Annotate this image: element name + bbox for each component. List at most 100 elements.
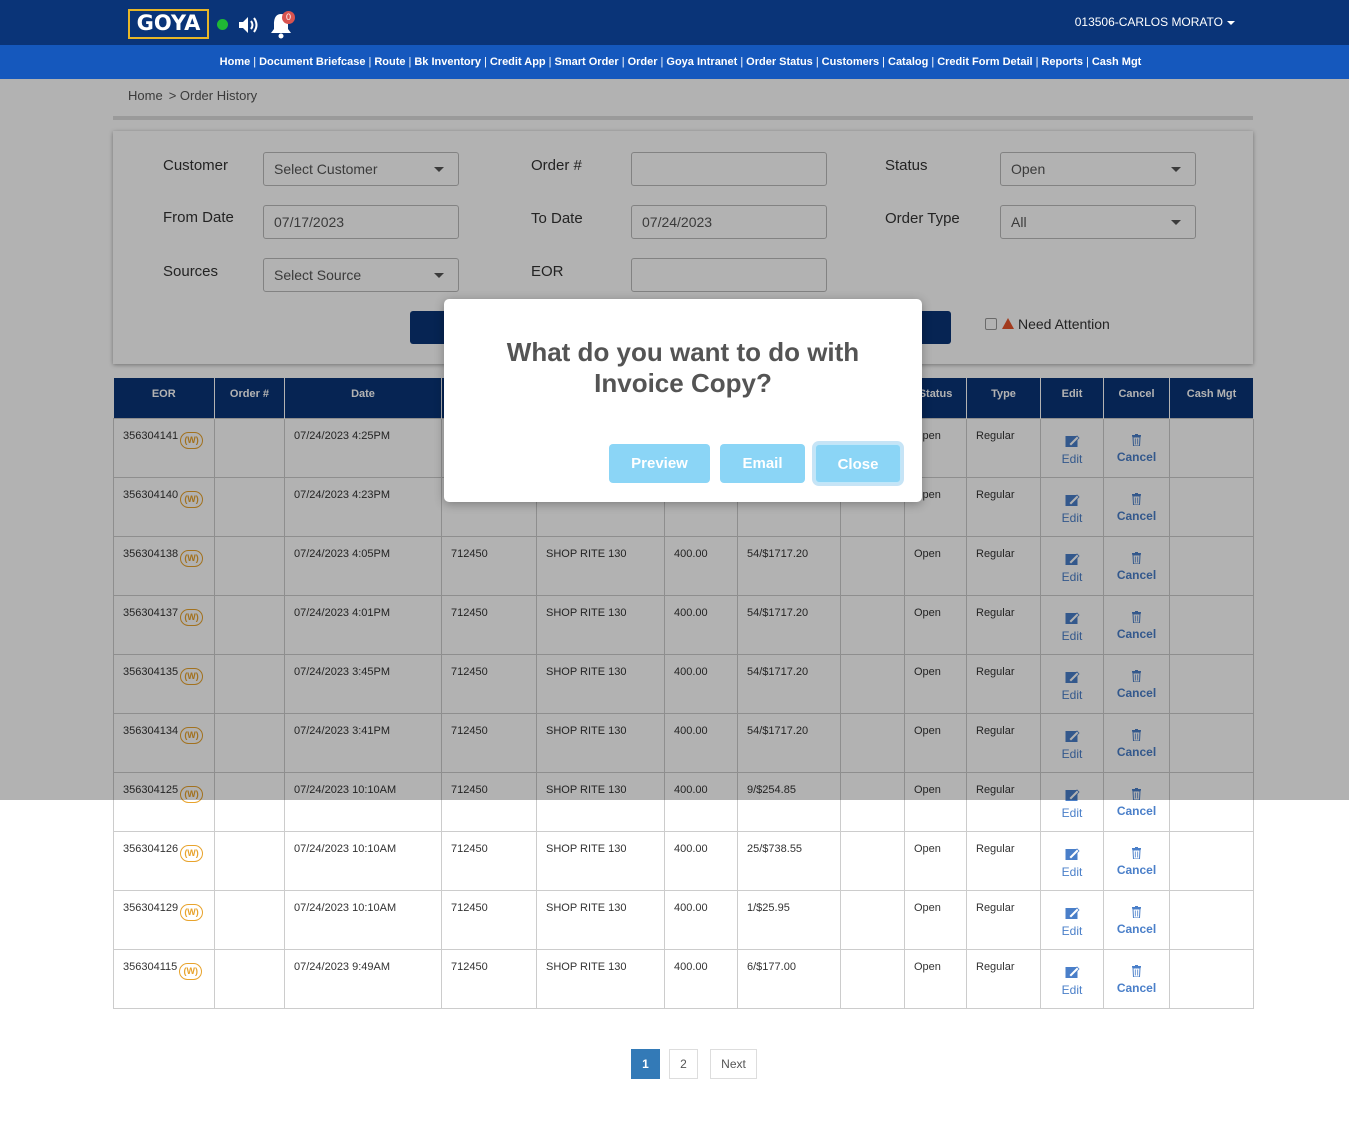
web-order-badge: (W) xyxy=(180,903,204,921)
online-status-icon xyxy=(217,19,228,30)
cell-order xyxy=(214,830,285,891)
cancel-label: Cancel xyxy=(1116,980,1157,995)
cell-type: Regular xyxy=(966,889,1041,950)
cell-type-text: Regular xyxy=(976,901,1015,914)
cell-name-text: SHOP RITE 130 xyxy=(546,960,627,973)
table-row: 356304129 (W) 07/24/2023 10:10AM 712450 SHOP… xyxy=(113,889,1254,950)
next-page-button[interactable]: Next xyxy=(710,1049,757,1079)
cell-amt-text: 400.00 xyxy=(674,901,708,914)
cell-eor-text[interactable]: 356304129 xyxy=(123,902,178,914)
nav-item-catalog[interactable]: Catalog xyxy=(885,56,931,68)
goya-logo[interactable]: GOYA xyxy=(128,9,209,39)
web-order-badge: (W) xyxy=(179,962,203,980)
cell-status-text: Open xyxy=(914,901,941,914)
cell-date-text: 07/24/2023 10:10AM xyxy=(294,901,397,914)
invoice-copy-dialog: What do you want to do with Invoice Copy… xyxy=(444,299,922,502)
cell-type-text: Regular xyxy=(976,842,1015,855)
edit-icon xyxy=(1062,965,1083,982)
cell-edit: Edit xyxy=(1040,889,1104,950)
cell-cash-mgt xyxy=(1169,830,1254,891)
speaker-icon[interactable] xyxy=(237,14,261,36)
nav-item-credit-form-detail[interactable]: Credit Form Detail xyxy=(934,56,1035,68)
edit-label: Edit xyxy=(1061,805,1083,820)
edit-button[interactable]: Edit xyxy=(1061,906,1083,938)
cell-type-text: Regular xyxy=(976,960,1015,973)
cell-date: 07/24/2023 10:10AM xyxy=(284,889,442,950)
cell-items-text: 25/$738.55 xyxy=(747,842,803,855)
cell-cust-text: 712450 xyxy=(451,901,488,914)
cancel-label: Cancel xyxy=(1116,862,1157,877)
main-nav: Home | Document Briefcase | Route | Bk Invento… xyxy=(0,45,1349,79)
cell-name: SHOP RITE 130 xyxy=(536,830,665,891)
table-row: 356304126 (W) 07/24/2023 10:10AM 712450 SHOP… xyxy=(113,830,1254,891)
cell-status: Open xyxy=(904,889,967,950)
preview-button[interactable]: Preview xyxy=(609,444,710,483)
cell-amt: 400.00 xyxy=(664,948,738,1009)
cancel-order-button[interactable]: Cancel xyxy=(1116,846,1157,877)
edit-label: Edit xyxy=(1061,923,1083,938)
cell-date: 07/24/2023 10:10AM xyxy=(284,830,442,891)
edit-button[interactable]: Edit xyxy=(1062,965,1083,997)
edit-icon xyxy=(1062,906,1083,923)
cell-items-text: 6/$177.00 xyxy=(747,960,796,973)
nav-item-customers[interactable]: Customers xyxy=(819,56,882,68)
cell-name-text: SHOP RITE 130 xyxy=(546,842,627,855)
cell-eor-text[interactable]: 356304115 xyxy=(123,961,177,973)
table-row: 356304115 (W) 07/24/2023 9:49AM 712450 SHOP … xyxy=(113,948,1254,1009)
cell-items: 1/$25.95 xyxy=(737,889,841,950)
cell-date-text: 07/24/2023 9:49AM xyxy=(294,960,391,973)
cell-amt: 400.00 xyxy=(664,830,738,891)
user-menu[interactable]: 013506-CARLOS MORATO xyxy=(1075,15,1235,29)
cell-type: Regular xyxy=(966,948,1041,1009)
nav-item-credit-app[interactable]: Credit App xyxy=(487,56,549,68)
nav-item-home[interactable]: Home xyxy=(217,56,254,68)
cell-cash-mgt xyxy=(1169,889,1254,950)
nav-item-document-briefcase[interactable]: Document Briefcase xyxy=(256,56,368,68)
cell-name-text: SHOP RITE 130 xyxy=(546,901,627,914)
cell-cancel: Cancel xyxy=(1103,948,1170,1009)
page-2-button[interactable]: 2 xyxy=(669,1049,698,1079)
cell-status: Open xyxy=(904,948,967,1009)
notification-count-badge: 0 xyxy=(282,11,295,24)
cell-amt-text: 400.00 xyxy=(674,842,708,855)
nav-item-goya-intranet[interactable]: Goya Intranet xyxy=(663,56,740,68)
nav-item-order-status[interactable]: Order Status xyxy=(743,56,816,68)
dialog-title: What do you want to do with Invoice Copy… xyxy=(506,337,860,398)
trash-icon xyxy=(1117,905,1156,921)
cell-edit: Edit xyxy=(1040,830,1104,891)
trash-icon xyxy=(1117,964,1156,980)
cell-cust: 712450 xyxy=(441,830,537,891)
cell-type: Regular xyxy=(966,830,1041,891)
nav-item-reports[interactable]: Reports xyxy=(1038,56,1086,68)
trash-icon xyxy=(1117,846,1156,862)
cell-cust-text: 712450 xyxy=(451,960,488,973)
cell-x xyxy=(840,948,905,1009)
cell-eor: 356304129 (W) xyxy=(113,889,215,950)
email-button[interactable]: Email xyxy=(720,444,805,483)
nav-item-route[interactable]: Route xyxy=(371,56,408,68)
chevron-down-icon xyxy=(1227,20,1235,25)
nav-item-cash-mgt[interactable]: Cash Mgt xyxy=(1089,56,1145,68)
cell-items: 6/$177.00 xyxy=(737,948,841,1009)
web-order-badge: (W) xyxy=(180,844,204,862)
cell-cust: 712450 xyxy=(441,948,537,1009)
edit-button[interactable]: Edit xyxy=(1061,847,1083,879)
cancel-order-button[interactable]: Cancel xyxy=(1117,905,1156,936)
nav-item-bk-inventory[interactable]: Bk Inventory xyxy=(411,56,484,68)
nav-item-order[interactable]: Order xyxy=(625,56,661,68)
cell-date: 07/24/2023 9:49AM xyxy=(284,948,442,1009)
cell-x xyxy=(840,830,905,891)
edit-label: Edit xyxy=(1061,864,1083,879)
cell-order xyxy=(214,948,285,1009)
nav-item-smart-order[interactable]: Smart Order xyxy=(552,56,622,68)
page-1-button[interactable]: 1 xyxy=(631,1049,660,1079)
cell-eor-text[interactable]: 356304126 xyxy=(123,843,178,855)
cell-cash-mgt xyxy=(1169,948,1254,1009)
cell-items: 25/$738.55 xyxy=(737,830,841,891)
close-button[interactable]: Close xyxy=(815,444,901,483)
cell-amt: 400.00 xyxy=(664,889,738,950)
cell-eor: 356304115 (W) xyxy=(113,948,215,1009)
cancel-order-button[interactable]: Cancel xyxy=(1116,964,1157,995)
cancel-label: Cancel xyxy=(1116,803,1157,818)
cell-cancel: Cancel xyxy=(1103,830,1170,891)
